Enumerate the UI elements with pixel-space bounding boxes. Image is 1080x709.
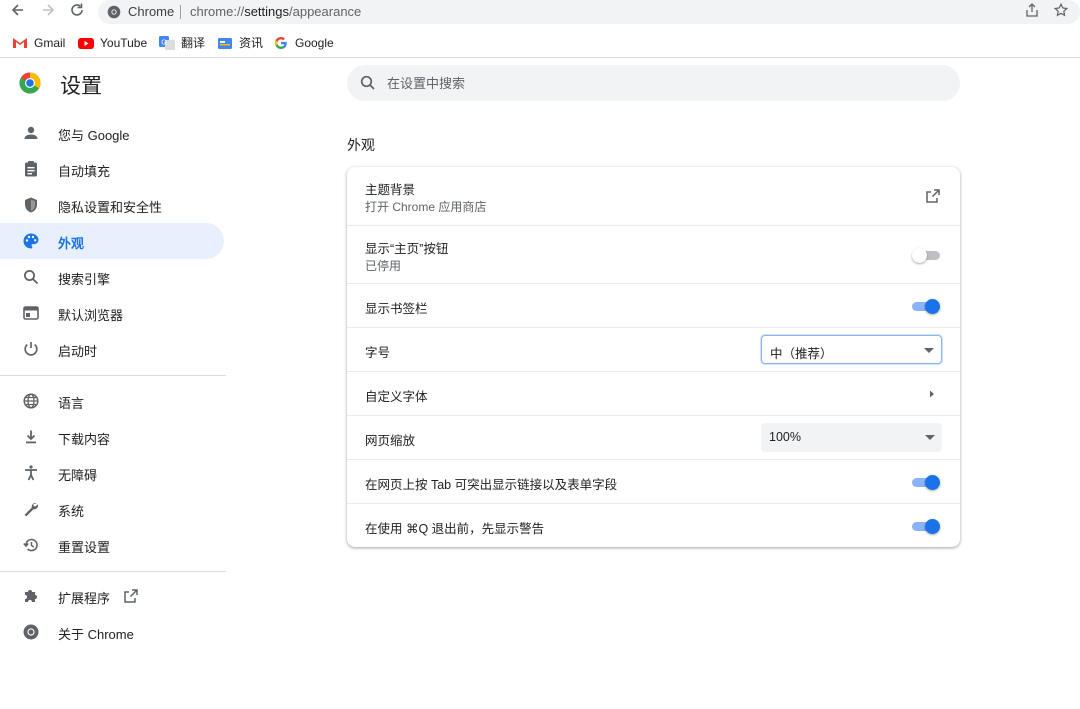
chrome-icon (23, 624, 39, 640)
bookmarks-bar-row[interactable]: 显示书签栏 (347, 283, 960, 327)
chevron-right-icon (930, 390, 934, 398)
forward-arrow-icon[interactable] (38, 2, 58, 22)
quit-warning-label: 在使用 ⌘Q 退出前，先显示警告 (365, 522, 545, 536)
puzzle-icon (25, 590, 37, 602)
sidebar-item-appearance[interactable]: 外观 (0, 223, 224, 259)
sidebar-divider (0, 571, 226, 572)
sidebar-item-default-browser[interactable]: 默认浏览器 (0, 295, 224, 331)
wrench-icon (24, 503, 38, 517)
font-size-select[interactable]: 中（推荐） (761, 335, 942, 364)
search-icon (24, 270, 39, 285)
settings-search[interactable] (347, 65, 960, 101)
sidebar-item-system[interactable]: 系统 (0, 491, 224, 527)
home-button-sublabel: 已停用 (365, 259, 402, 273)
sidebar-item-search-engine[interactable]: 搜索引擎 (0, 259, 224, 295)
address-bar[interactable]: Chrome chrome://settings/appearance (98, 0, 1080, 24)
sidebar-item-on-startup[interactable]: 启动时 (0, 331, 224, 367)
translate-icon: G (159, 36, 175, 50)
share-icon[interactable] (1023, 3, 1041, 21)
search-input[interactable] (387, 65, 947, 101)
sidebar-divider (0, 375, 226, 376)
open-in-new-icon (124, 589, 138, 603)
tab-highlight-label: 在网页上按 Tab 可突出显示链接以及表单字段 (365, 478, 618, 492)
page-zoom-label: 网页缩放 (365, 434, 416, 448)
news-icon (218, 38, 232, 49)
home-button-row[interactable]: 显示“主页”按钮 已停用 (347, 225, 960, 283)
bookmarks-bar: Gmail YouTube G 翻译 资讯 Google (0, 31, 1080, 55)
sidebar-item-extensions[interactable]: 扩展程序 (0, 578, 224, 614)
svg-text:G: G (161, 40, 166, 47)
custom-fonts-label: 自定义字体 (365, 390, 428, 404)
custom-fonts-row[interactable]: 自定义字体 (347, 371, 960, 415)
url-text: chrome://settings/appearance (190, 4, 362, 19)
accessibility-icon (25, 465, 37, 481)
bookmarks-bar-toggle[interactable] (912, 299, 940, 314)
chrome-logo-icon (19, 72, 41, 94)
bookmarks-bar-label: 显示书签栏 (365, 302, 428, 316)
sidebar-item-autofill[interactable]: 自动填充 (0, 151, 224, 187)
youtube-icon (78, 38, 94, 49)
sidebar-item-accessibility[interactable]: 无障碍 (0, 455, 224, 491)
page-zoom-select[interactable]: 100% (761, 423, 942, 452)
dropdown-arrow-icon (924, 348, 934, 353)
dropdown-arrow-icon (925, 435, 935, 440)
home-button-label: 显示“主页”按钮 (365, 242, 449, 256)
search-icon (360, 75, 375, 90)
sidebar-item-you-and-google[interactable]: 您与 Google (0, 115, 224, 151)
power-icon (24, 342, 38, 356)
page-zoom-row: 网页缩放 100% (347, 415, 960, 459)
tab-highlight-toggle[interactable] (912, 475, 940, 490)
browser-icon (23, 306, 39, 320)
site-label: Chrome (128, 4, 175, 19)
google-icon (275, 37, 287, 49)
tab-highlight-row[interactable]: 在网页上按 Tab 可突出显示链接以及表单字段 (347, 459, 960, 503)
globe-icon (23, 393, 39, 409)
theme-row[interactable]: 主题背景 打开 Chrome 应用商店 (347, 167, 960, 225)
theme-label: 主题背景 (365, 183, 416, 197)
quit-warning-toggle[interactable] (912, 519, 940, 534)
download-icon (26, 430, 36, 444)
reload-icon[interactable] (67, 2, 87, 22)
quit-warning-row[interactable]: 在使用 ⌘Q 退出前，先显示警告 (347, 503, 960, 547)
back-arrow-icon[interactable] (8, 2, 28, 22)
gmail-icon (13, 38, 27, 48)
clipboard-icon (25, 161, 37, 177)
font-size-label: 字号 (365, 346, 391, 360)
font-size-row: 字号 中（推荐） (347, 327, 960, 371)
open-in-new-icon[interactable] (925, 188, 941, 204)
home-button-toggle[interactable] (912, 248, 940, 263)
sidebar-item-languages[interactable]: 语言 (0, 383, 224, 419)
page-title: 设置 (60, 75, 102, 98)
appearance-card: 主题背景 打开 Chrome 应用商店 显示“主页”按钮 已停用 显示书签栏 字… (347, 167, 960, 547)
sidebar-item-reset[interactable]: 重置设置 (0, 527, 224, 563)
toolbar-divider (0, 57, 1080, 58)
sidebar-item-privacy[interactable]: 隐私设置和安全性 (0, 187, 224, 223)
chrome-site-icon (107, 5, 121, 19)
sidebar-item-about-chrome[interactable]: 关于 Chrome (0, 614, 224, 650)
palette-icon (23, 233, 39, 249)
section-title: 外观 (347, 137, 375, 153)
person-icon (24, 126, 38, 139)
sidebar-item-downloads[interactable]: 下载内容 (0, 419, 224, 455)
bookmark-star-icon[interactable] (1052, 2, 1070, 21)
restore-icon (23, 538, 38, 552)
shield-icon (25, 197, 37, 213)
theme-sublabel: 打开 Chrome 应用商店 (365, 200, 487, 214)
browser-toolbar: Chrome chrome://settings/appearance (0, 0, 1080, 24)
omnibox-separator (180, 5, 181, 19)
